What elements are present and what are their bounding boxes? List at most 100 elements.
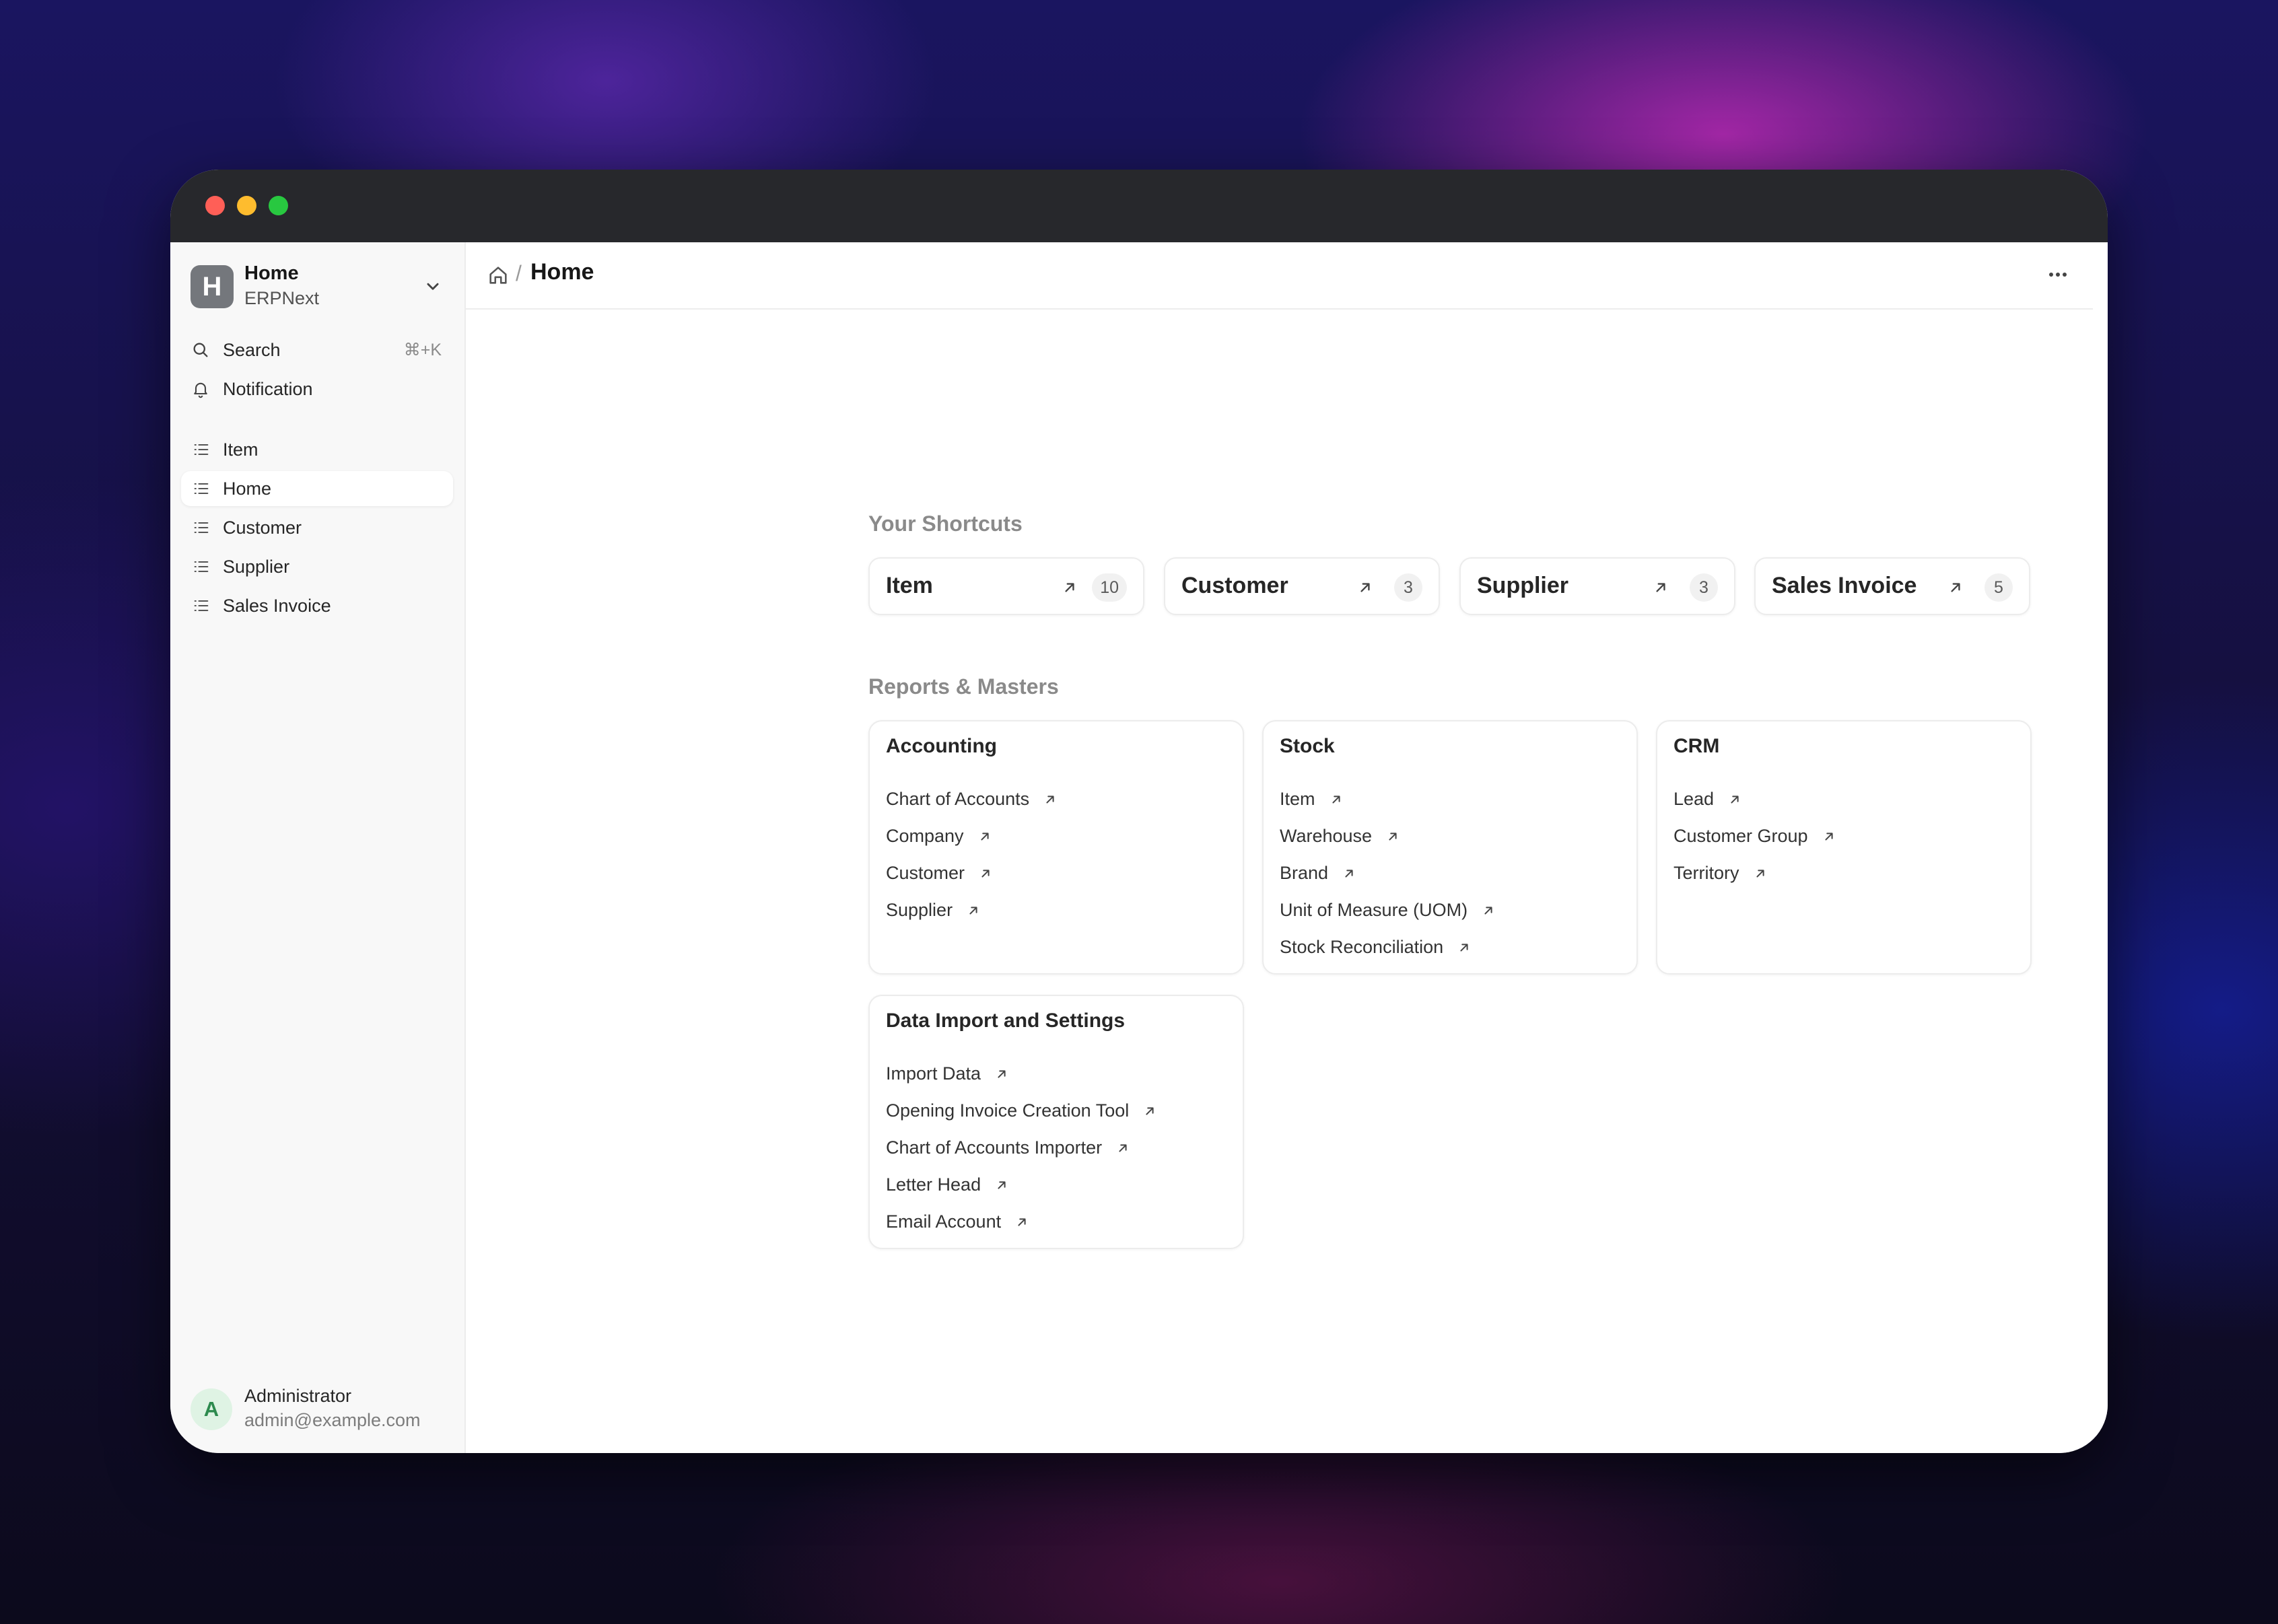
list-icon — [192, 596, 212, 616]
page-title[interactable]: Home — [530, 259, 594, 285]
search-button[interactable]: Search ⌘+K — [191, 334, 444, 366]
user-menu[interactable]: A Administrator admin@example.com — [191, 1383, 444, 1434]
zoom-window-button[interactable] — [269, 196, 288, 215]
breadcrumb-separator: / — [516, 261, 522, 285]
card-link[interactable]: Chart of Accounts — [886, 781, 1058, 818]
card-link-list: Item Warehouse Brand Unit of Measure (UO… — [1280, 781, 1496, 966]
card-link[interactable]: Lead — [1673, 781, 1836, 818]
shortcut-supplier[interactable]: Supplier 3 — [1459, 557, 1735, 615]
link-label: Brand — [1280, 863, 1329, 883]
bell-icon — [191, 379, 211, 399]
close-window-button[interactable] — [205, 196, 225, 215]
card-link[interactable]: Territory — [1673, 855, 1836, 892]
card-stock: Stock Item Warehouse Brand Unit of Measu… — [1262, 720, 1638, 975]
arrow-up-right-icon — [1389, 832, 1397, 841]
arrow-up-right-icon — [1065, 583, 1074, 592]
user-email: admin@example.com — [244, 1410, 421, 1430]
link-label: Email Account — [886, 1211, 1002, 1232]
card-link[interactable]: Customer — [886, 855, 1058, 892]
sidebar-item-item[interactable]: Item — [181, 432, 453, 467]
link-label: Company — [886, 826, 964, 846]
link-label: Unit of Measure (UOM) — [1280, 900, 1468, 920]
search-icon — [191, 340, 211, 360]
card-link[interactable]: Stock Reconciliation — [1280, 929, 1496, 966]
workspace-avatar: H — [191, 265, 234, 308]
arrow-up-right-icon — [1146, 1106, 1154, 1115]
arrow-up-right-icon — [1119, 1143, 1127, 1152]
list-icon — [192, 518, 212, 538]
sidebar-item-sales-invoice[interactable]: Sales Invoice — [181, 588, 453, 623]
ellipsis-icon — [2049, 273, 2067, 277]
chevron-down-icon[interactable] — [421, 275, 444, 297]
arrow-up-right-icon — [1345, 869, 1353, 878]
shortcut-sales-invoice[interactable]: Sales Invoice 5 — [1754, 557, 2030, 615]
shortcut-count-badge: 3 — [1690, 573, 1718, 602]
arrow-up-right-icon — [1018, 1217, 1026, 1226]
sidebar-item-supplier[interactable]: Supplier — [181, 549, 453, 584]
arrow-up-right-icon — [1824, 832, 1833, 841]
card-title: Data Import and Settings — [886, 1010, 1126, 1032]
arrow-up-right-icon — [969, 906, 977, 915]
shortcut-count-badge: 5 — [1984, 573, 2013, 602]
arrow-up-right-icon — [1756, 869, 1764, 878]
shortcut-customer[interactable]: Customer 3 — [1164, 557, 1440, 615]
home-icon[interactable] — [487, 264, 510, 287]
card-link-list: Chart of Accounts Company Customer Suppl… — [886, 781, 1058, 929]
arrow-up-right-icon — [998, 1069, 1006, 1078]
link-label: Lead — [1673, 789, 1715, 809]
card-crm: CRM Lead Customer Group Territory — [1656, 720, 2032, 975]
search-shortcut-hint: ⌘+K — [403, 341, 442, 359]
main-content: / Home Your Shortcuts Item 10 Customer 3… — [466, 242, 2108, 1453]
link-label: Stock Reconciliation — [1280, 937, 1444, 957]
notification-label: Notification — [223, 378, 313, 399]
avatar: A — [191, 1388, 232, 1430]
arrow-up-right-icon — [980, 832, 989, 841]
card-link[interactable]: Warehouse — [1280, 818, 1496, 855]
shortcut-label: Customer — [1181, 573, 1288, 598]
reports-heading: Reports & Masters — [868, 674, 1059, 699]
list-icon — [192, 557, 212, 577]
shortcut-label: Sales Invoice — [1772, 573, 1917, 598]
card-link[interactable]: Unit of Measure (UOM) — [1280, 892, 1496, 929]
more-options-button[interactable] — [2043, 260, 2073, 289]
link-label: Customer Group — [1673, 826, 1808, 846]
link-label: Territory — [1673, 863, 1739, 883]
arrow-up-right-icon — [1332, 795, 1340, 804]
shortcut-label: Item — [886, 573, 933, 598]
link-label: Import Data — [886, 1063, 981, 1084]
workspace-switcher[interactable]: H Home ERPNext — [191, 261, 444, 312]
link-label: Warehouse — [1280, 826, 1373, 846]
list-icon — [192, 479, 212, 499]
link-label: Item — [1280, 789, 1315, 809]
notification-button[interactable]: Notification — [191, 373, 444, 405]
card-accounting: Accounting Chart of Accounts Company Cus… — [868, 720, 1244, 975]
card-title: CRM — [1673, 735, 1720, 757]
search-label: Search — [223, 339, 281, 360]
arrow-up-right-icon — [1046, 795, 1054, 804]
link-label: Chart of Accounts — [886, 789, 1030, 809]
shortcuts-heading: Your Shortcuts — [868, 511, 1023, 536]
sidebar: H Home ERPNext Search ⌘+K Notification I… — [170, 242, 466, 1453]
card-link[interactable]: Brand — [1280, 855, 1496, 892]
card-link[interactable]: Letter Head — [886, 1166, 1157, 1203]
link-label: Chart of Accounts Importer — [886, 1137, 1103, 1158]
card-link[interactable]: Opening Invoice Creation Tool — [886, 1092, 1157, 1129]
link-label: Opening Invoice Creation Tool — [886, 1100, 1130, 1121]
card-link[interactable]: Company — [886, 818, 1058, 855]
workspace-subtitle: ERPNext — [244, 288, 320, 308]
card-data-import-settings: Data Import and Settings Import Data Ope… — [868, 995, 1244, 1249]
breadcrumb: / Home — [466, 242, 2093, 310]
card-link[interactable]: Customer Group — [1673, 818, 1836, 855]
link-label: Supplier — [886, 900, 953, 920]
card-link[interactable]: Chart of Accounts Importer — [886, 1129, 1157, 1166]
card-link[interactable]: Import Data — [886, 1055, 1157, 1092]
card-link[interactable]: Supplier — [886, 892, 1058, 929]
shortcut-item[interactable]: Item 10 — [868, 557, 1144, 615]
minimize-window-button[interactable] — [237, 196, 256, 215]
sidebar-item-label: Customer — [223, 517, 302, 538]
card-link[interactable]: Email Account — [886, 1203, 1157, 1240]
sidebar-item-customer[interactable]: Customer — [181, 510, 453, 545]
list-icon — [192, 439, 212, 460]
sidebar-item-home[interactable]: Home — [181, 471, 453, 506]
card-link[interactable]: Item — [1280, 781, 1496, 818]
